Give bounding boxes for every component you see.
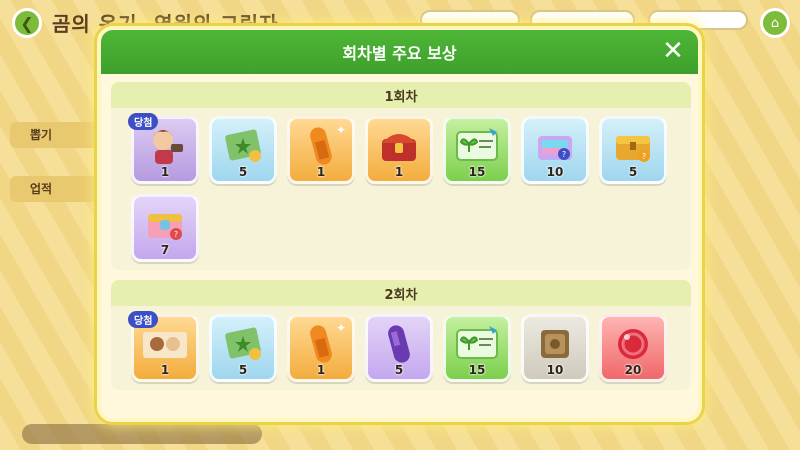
costume-scene-icon [143,332,187,359]
modal-title: 회차별 주요 보상 [342,44,457,63]
round-section: 2회차 당첨 1 5 ✦ 1 5 15 10 20 [111,280,691,390]
item-count: 1 [316,363,326,377]
chevron-left-icon: ❮ [20,13,34,33]
svg-text:?: ? [562,150,566,159]
reward-item[interactable]: 10 [521,314,589,382]
purple-crystal-icon [388,325,410,363]
close-icon: ✕ [662,36,684,66]
round-section: 1회차 당첨 1 5 ✦ 1 1 15 ? 10 ? 5 ? 7 [111,82,691,270]
svg-text:?: ? [174,230,178,239]
item-count: 1 [160,165,170,179]
reward-item[interactable]: 당첨 1 [128,311,199,382]
reward-item[interactable]: ? 7 [131,194,199,262]
orange-crystal-icon [310,127,332,165]
reward-item[interactable]: 20 [599,314,667,382]
reward-grid: 당첨 1 5 ✦ [111,306,691,390]
reward-item[interactable]: 5 [209,116,277,184]
home-icon: ⌂ [770,15,780,31]
reward-item[interactable]: 5 [365,314,433,382]
home-button[interactable]: ⌂ [760,8,790,38]
orange-crystal-icon [310,325,332,363]
item-count: 5 [394,363,404,377]
sprout-card-icon [456,326,498,360]
item-count: 5 [628,165,638,179]
modal-header: 회차별 주요 보상 ✕ [101,30,698,74]
item-count: 1 [316,165,326,179]
reward-item[interactable]: ✦ 1 [287,314,355,382]
tab-achievement[interactable]: 업적 [10,176,106,202]
item-count: 15 [468,363,486,377]
reward-item[interactable]: 15 [443,314,511,382]
item-count: 5 [238,363,248,377]
item-count: 5 [238,165,248,179]
svg-text:?: ? [642,152,646,161]
rainbow-box-icon: ? [538,136,572,161]
red-candy-icon [618,329,648,360]
item-count: 15 [468,165,486,179]
item-count: 1 [394,165,404,179]
round-header: 2회차 [111,280,691,306]
close-button[interactable]: ✕ [660,38,686,64]
back-button[interactable]: ❮ [12,8,42,38]
item-count: 20 [624,363,642,377]
reward-item[interactable]: 1 [365,116,433,184]
modal-body[interactable]: 1회차 당첨 1 5 ✦ 1 1 15 ? 10 ? 5 ? 7 2회차 당첨 … [111,82,691,416]
item-count: 10 [546,165,564,179]
reward-item[interactable]: 15 [443,116,511,184]
reward-item[interactable]: 당첨 1 [128,113,199,184]
reward-item[interactable]: ✦ 1 [287,116,355,184]
cookie-character-icon [153,130,183,165]
round-header: 1회차 [111,82,691,108]
tab-draw[interactable]: 뽑기 [10,122,106,148]
rewards-modal: 회차별 주요 보상 ✕ 1회차 당첨 1 5 ✦ 1 1 15 ? 10 ? 5… [97,26,702,422]
reward-grid: 당첨 1 5 ✦ [111,108,691,270]
reward-item[interactable]: ? 10 [521,116,589,184]
reward-item[interactable]: 5 [209,314,277,382]
treasure-chest-icon [382,134,416,162]
reward-item[interactable]: ? 5 [599,116,667,184]
pink-box-icon: ? [148,214,182,241]
green-ticket-icon [225,129,261,163]
item-count: 1 [160,363,170,377]
green-ticket-icon [225,327,261,361]
stone-tablet-icon [541,330,569,359]
progress-bar [22,424,262,444]
sprout-card-icon [456,128,498,162]
gold-box-icon: ? [616,136,650,163]
item-count: 10 [546,363,564,377]
item-count: 7 [160,243,170,257]
